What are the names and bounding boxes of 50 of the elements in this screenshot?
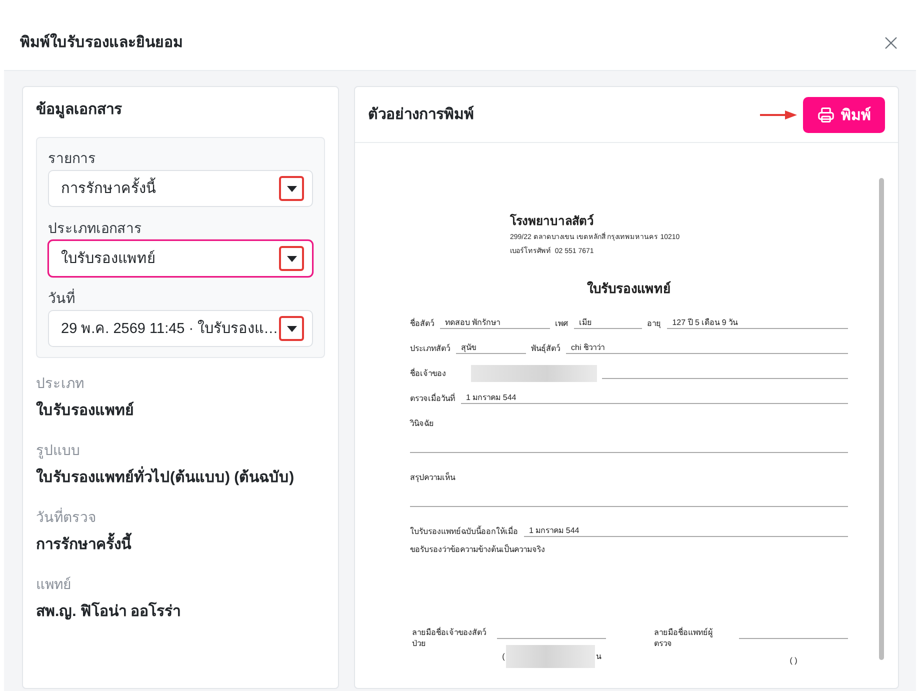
signature-label: ลายมือชื่อเจ้าของสัตว์ป่วย [412, 627, 487, 649]
detail-label: แพทย์ [36, 575, 71, 594]
close-button[interactable] [885, 37, 897, 49]
detail-value: การรักษาครั้งนี้ [36, 534, 131, 556]
signature-name: น [596, 652, 601, 662]
printer-icon [817, 106, 835, 124]
detail-label: ประเภท [36, 374, 84, 393]
close-icon [885, 37, 897, 49]
preview-title: ตัวอย่างการพิมพ์ [368, 104, 474, 124]
signature-name: ( ) [790, 656, 798, 666]
caret-icon [286, 186, 296, 192]
select-field[interactable]: ใบรับรองแพทย์ [48, 240, 313, 277]
field-label: ชื่อสัตว์ [410, 318, 434, 329]
scrollbar[interactable] [879, 178, 884, 660]
field-value: 127 ปี 5 เดือน 9 วัน [667, 318, 848, 329]
field-label: ชื่อเจ้าของ [410, 368, 446, 379]
field-value: ทดสอบ พักรักษา [440, 318, 550, 329]
field-label: ประเภทสัตว์ [410, 343, 450, 354]
statement-text: ขอรับรองว่าข้อความข้างต้นเป็นความจริง [410, 544, 545, 556]
detail-label: รูปแบบ [36, 441, 80, 461]
select-field[interactable]: 29 พ.ค. 2569 11:45 · ใบรับรองแ… [48, 310, 313, 347]
field-label: พันธุ์สัตว์ [531, 343, 560, 354]
field-label: วันที่ [48, 288, 75, 308]
signature-name: ( [502, 652, 505, 662]
detail-value: สพ.ญ. ฟิโอน่า ออโรร่า [36, 601, 181, 622]
field-label: ใบรับรองแพทย์ฉบับนี้ออกให้เมื่อ [410, 526, 518, 537]
select-field[interactable]: การรักษาครั้งนี้ [48, 170, 313, 207]
print-button[interactable]: พิมพ์ [803, 96, 885, 132]
field-label: ประเภทเอกสาร [48, 219, 142, 238]
field-value: 1 มกราคม 544 [524, 526, 848, 537]
detail-value: ใบรับรองแพทย์ [36, 400, 134, 421]
field-label: รายการ [48, 149, 96, 168]
clinic-name: โรงพยาบาลสัตว์ [510, 214, 594, 229]
field-value: เมีย [574, 318, 642, 329]
detail-value: ใบรับรองแพทย์ทั่วไป(ต้นแบบ) (ต้นฉบับ) [36, 467, 294, 489]
caret-icon [286, 326, 296, 332]
field-label: อายุ [647, 318, 662, 329]
field-value: สุนัข [456, 343, 526, 354]
field-label: เพศ [555, 318, 568, 329]
field-label: ตรวจเมื่อวันที่ [410, 393, 455, 404]
section-label: สรุปความเห็น [410, 472, 455, 483]
field-value: chi ชิวาว่า [566, 343, 848, 354]
detail-label: วันที่ตรวจ [36, 506, 96, 527]
field-value: 1 มกราคม 544 [461, 393, 848, 404]
dialog-title: พิมพ์ใบรับรองและยินยอม [20, 32, 183, 53]
caret-icon [286, 256, 296, 262]
section-heading: ข้อมูลเอกสาร [36, 100, 122, 120]
section-label: วินิจฉัย [410, 418, 434, 429]
signature-label: ลายมือชื่อแพทย์ผู้ตรวจ [654, 627, 714, 649]
document-title: ใบรับรองแพทย์ [587, 280, 671, 298]
